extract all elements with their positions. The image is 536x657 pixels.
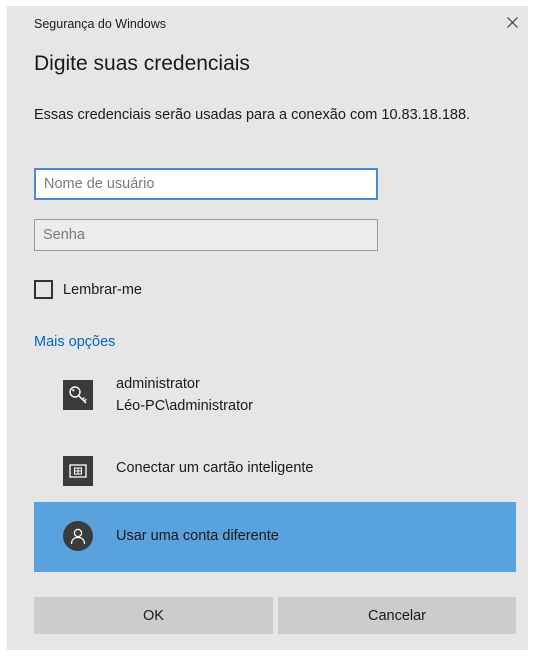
- remember-me-label: Lembrar-me: [63, 281, 142, 298]
- close-icon: [506, 16, 518, 28]
- more-options-link[interactable]: Mais opções: [34, 334, 115, 350]
- password-input[interactable]: [34, 219, 378, 251]
- title-bar: Segurança do Windows: [7, 6, 528, 38]
- different-account-label: Usar uma conta diferente: [116, 528, 279, 544]
- close-button[interactable]: [496, 6, 528, 38]
- remember-me-row[interactable]: Lembrar-me: [34, 280, 142, 299]
- account-option-administrator[interactable]: administrator Léo-PC\administrator: [34, 368, 516, 432]
- key-icon: [63, 380, 93, 410]
- remember-me-checkbox[interactable]: [34, 280, 53, 299]
- credentials-dialog: Segurança do Windows Digite suas credenc…: [7, 6, 528, 650]
- smart-card-icon: [63, 456, 93, 486]
- account-option-different-account[interactable]: Usar uma conta diferente: [34, 502, 516, 572]
- window-title: Segurança do Windows: [34, 17, 167, 31]
- username-input[interactable]: [34, 168, 378, 200]
- account-option-smart-card[interactable]: Conectar um cartão inteligente: [34, 442, 516, 494]
- user-icon: [63, 521, 93, 551]
- smart-card-label: Conectar um cartão inteligente: [116, 460, 314, 476]
- account-domain-user: Léo-PC\administrator: [116, 398, 253, 414]
- account-option-text: administrator Léo-PC\administrator: [116, 373, 253, 417]
- dialog-heading: Digite suas credenciais: [34, 52, 250, 75]
- cancel-button[interactable]: Cancelar: [278, 597, 516, 634]
- account-name: administrator: [116, 376, 200, 392]
- connection-description: Essas credenciais serão usadas para a co…: [34, 107, 471, 123]
- ok-button[interactable]: OK: [34, 597, 273, 634]
